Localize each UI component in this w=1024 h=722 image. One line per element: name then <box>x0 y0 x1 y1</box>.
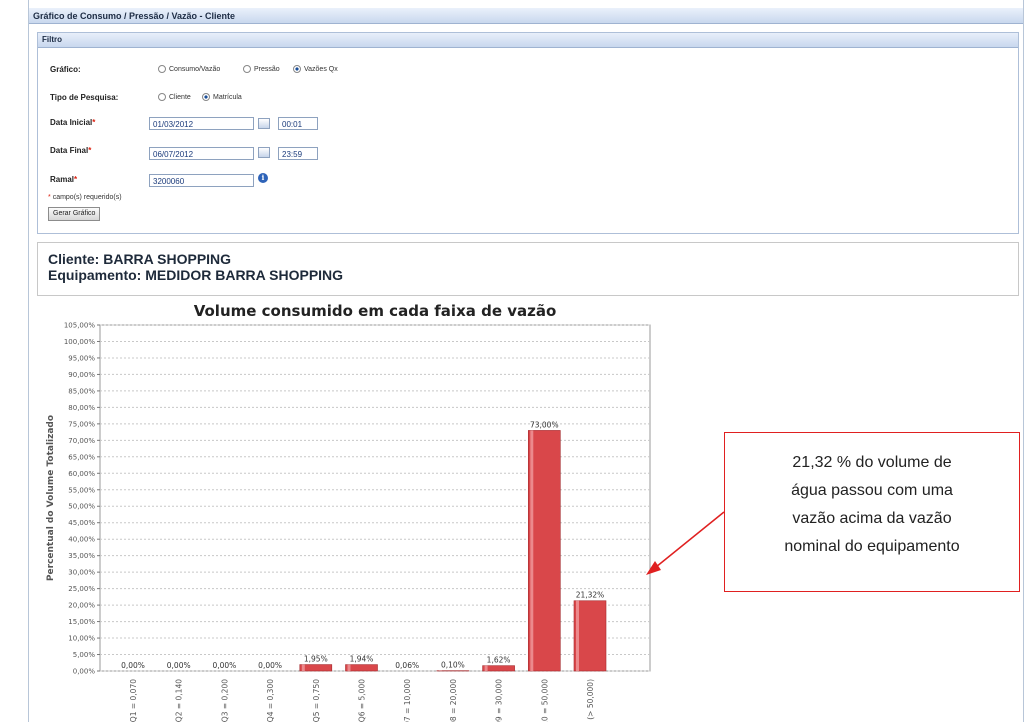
bar-highlight <box>484 665 488 671</box>
radio-vazoes-qx[interactable]: Vazões Qx <box>293 65 338 73</box>
y-tick-label: 15,00% <box>68 618 95 626</box>
radio-cliente[interactable]: Cliente <box>158 93 191 101</box>
data-final-label: Data Final* <box>50 146 91 155</box>
hora-inicial-input[interactable]: 00:01 <box>278 117 318 130</box>
y-tick-label: 105,00% <box>64 322 95 330</box>
bar-highlight <box>347 664 351 671</box>
radio-vazoes-qx-label: Vazões Qx <box>304 65 338 73</box>
y-tick-label: 55,00% <box>68 486 95 494</box>
radio-matricula-label: Matrícula <box>213 93 242 101</box>
radio-consumo-vazao-label: Consumo/Vazão <box>169 65 221 73</box>
data-inicial-label-text: Data Inicial <box>50 118 93 127</box>
required-note: * campo(s) requerido(s) <box>48 194 122 201</box>
y-tick-label: 95,00% <box>68 354 95 362</box>
y-tick-label: 50,00% <box>68 503 95 511</box>
y-axis-label: Percentual do Volume Totalizado <box>46 415 56 581</box>
x-tick-label: Q3 = 0,200 <box>220 679 229 722</box>
y-tick-label: 0,00% <box>73 668 96 676</box>
y-tick-label: 45,00% <box>68 519 95 527</box>
data-label: 0,00% <box>167 661 191 670</box>
filter-panel: Filtro Gráfico: Consumo/Vazão Pressão Va… <box>37 32 1019 234</box>
calendar-icon[interactable] <box>258 118 270 129</box>
data-label: 21,32% <box>576 591 605 600</box>
ramal-label-text: Ramal <box>50 175 75 184</box>
data-label: 0,00% <box>212 661 236 670</box>
x-tick-label: Q4 = 0,300 <box>266 679 275 722</box>
required-note-asterisk: * <box>48 194 51 201</box>
data-label: 0,00% <box>258 661 282 670</box>
x-tick-label: Q1 = 0,070 <box>129 679 138 722</box>
x-tick-label: Q8 = 20,000 <box>449 679 458 722</box>
data-label: 73,00% <box>530 420 559 429</box>
required-asterisk: * <box>88 146 92 155</box>
y-tick-label: 100,00% <box>64 338 95 346</box>
info-icon[interactable]: i <box>258 173 268 183</box>
data-label: 1,95% <box>304 655 328 664</box>
bar-chart: Volume consumido em cada faixa de vazão 0… <box>46 302 651 722</box>
client-info-box: Cliente: BARRA SHOPPING Equipamento: MED… <box>37 242 1019 296</box>
data-label: 1,62% <box>487 656 511 665</box>
window-title: Gráfico de Consumo / Pressão / Vazão - C… <box>29 8 1023 24</box>
x-tick-label: Q6 = 5,000 <box>358 679 367 722</box>
y-tick-label: 90,00% <box>68 371 95 379</box>
grafico-label: Gráfico: <box>50 65 81 74</box>
data-final-input[interactable]: 06/07/2012 <box>149 147 254 160</box>
data-label: 0,00% <box>121 661 145 670</box>
radio-matricula-circle[interactable] <box>202 93 210 101</box>
y-tick-label: 5,00% <box>73 651 96 659</box>
radio-consumo-vazao[interactable]: Consumo/Vazão <box>158 65 220 73</box>
equipment-name: Equipamento: MEDIDOR BARRA SHOPPING <box>48 267 344 283</box>
data-final-label-text: Data Final <box>50 146 89 155</box>
bar-highlight <box>530 430 534 671</box>
radio-cliente-circle[interactable] <box>158 93 166 101</box>
y-tick-label: 40,00% <box>68 536 95 544</box>
y-tick-label: 70,00% <box>68 437 95 445</box>
gerar-grafico-button[interactable]: Gerar Gráfico <box>48 207 101 221</box>
radio-pressao-circle[interactable] <box>243 65 251 73</box>
y-tick-label: 65,00% <box>68 453 95 461</box>
chart-title: Volume consumido em cada faixa de vazão <box>194 302 557 320</box>
radio-vazoes-qx-circle[interactable] <box>293 65 301 73</box>
annotation-callout: 21,32 % do volume de água passou com uma… <box>724 432 1020 592</box>
x-tick-label: Q10 = 50,000 <box>540 679 549 722</box>
radio-matricula[interactable]: Matrícula <box>202 93 242 101</box>
data-label: 1,94% <box>350 655 374 664</box>
bar-highlight <box>301 664 305 671</box>
data-inicial-label: Data Inicial* <box>50 118 95 127</box>
radio-consumo-vazao-circle[interactable] <box>158 65 166 73</box>
y-tick-label: 30,00% <box>68 569 95 577</box>
required-asterisk: * <box>74 175 78 184</box>
radio-cliente-label: Cliente <box>169 93 191 101</box>
x-tick-label: Q9 = 30,000 <box>495 679 504 722</box>
x-tick-label: Q5 = 0,750 <box>312 679 321 722</box>
y-tick-label: 75,00% <box>68 420 95 428</box>
required-note-text: campo(s) requerido(s) <box>52 194 122 201</box>
y-tick-label: 85,00% <box>68 387 95 395</box>
y-tick-label: 35,00% <box>68 552 95 560</box>
required-asterisk: * <box>92 118 96 127</box>
y-tick-label: 20,00% <box>68 602 95 610</box>
data-label: 0,10% <box>441 661 465 670</box>
client-name: Cliente: BARRA SHOPPING <box>48 251 232 267</box>
x-tick-label: Q7 = 10,000 <box>403 679 412 722</box>
y-tick-label: 60,00% <box>68 470 95 478</box>
bar-highlight <box>576 600 579 671</box>
x-tick-label: Q10 (> 50,000) <box>586 679 595 722</box>
calendar-icon[interactable] <box>258 147 270 158</box>
hora-final-input[interactable]: 23:59 <box>278 147 318 160</box>
ramal-input[interactable]: 3200060 <box>149 174 254 187</box>
y-tick-label: 10,00% <box>68 635 95 643</box>
y-tick-label: 25,00% <box>68 585 95 593</box>
y-tick-label: 80,00% <box>68 404 95 412</box>
x-tick-label: Q2 = 0,140 <box>175 679 184 722</box>
data-inicial-input[interactable]: 01/03/2012 <box>149 117 254 130</box>
filter-panel-header: Filtro <box>38 33 1018 48</box>
data-label: 0,06% <box>395 661 419 670</box>
radio-pressao[interactable]: Pressão <box>243 65 280 73</box>
ramal-label: Ramal* <box>50 175 77 184</box>
plot-area <box>99 324 651 672</box>
radio-pressao-label: Pressão <box>254 65 280 73</box>
tipo-pesquisa-label: Tipo de Pesquisa: <box>50 93 119 102</box>
